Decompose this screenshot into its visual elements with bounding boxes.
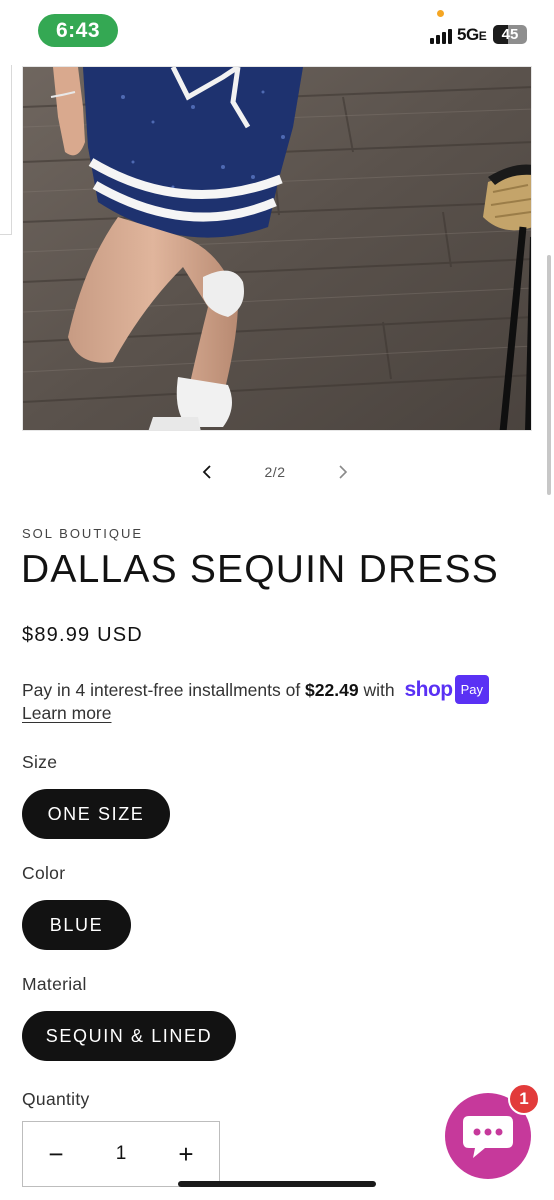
material-option-sequin-lined[interactable]: SEQUIN & LINED <box>22 1011 236 1061</box>
privacy-indicator-dot <box>437 10 444 17</box>
shop-pay-logo: shop <box>404 678 453 701</box>
signal-icon <box>430 28 452 44</box>
installments-text: Pay in 4 interest-free installments of <box>22 680 306 701</box>
learn-more-link[interactable]: Learn more <box>22 703 112 724</box>
installments-with-text: with <box>358 680 400 701</box>
battery-level: 45 <box>501 26 519 43</box>
previous-slide-edge <box>0 65 12 235</box>
increase-quantity-button[interactable]: + <box>153 1122 219 1186</box>
product-image[interactable] <box>22 66 532 431</box>
quantity-input[interactable] <box>91 1143 151 1165</box>
battery-icon: 45 <box>493 25 527 44</box>
chevron-left-icon <box>202 465 211 479</box>
size-option-one-size[interactable]: ONE SIZE <box>22 789 170 839</box>
size-label: Size <box>22 752 58 772</box>
product-vendor: SOL BOUTIQUE <box>22 526 144 541</box>
shop-pay-badge: Pay <box>454 675 490 704</box>
chevron-right-icon <box>339 465 348 479</box>
color-label: Color <box>22 863 66 883</box>
page-scrollbar[interactable] <box>547 255 551 495</box>
installments-banner: Pay in 4 interest-free installments of $… <box>22 675 522 706</box>
next-slide-button[interactable] <box>326 455 360 489</box>
status-bar: 6:43 5GE 45 <box>0 0 554 62</box>
material-label: Material <box>22 974 87 994</box>
network-type: 5GE <box>457 25 487 44</box>
chat-notification-badge: 1 <box>508 1083 540 1115</box>
product-title: DALLAS SEQUIN DRESS <box>21 548 499 591</box>
quantity-label: Quantity <box>22 1089 90 1109</box>
decrease-quantity-button[interactable]: − <box>23 1122 89 1186</box>
slide-counter: 2/2 <box>264 464 286 480</box>
status-time: 6:43 <box>38 14 118 47</box>
product-price: $89.99 USD <box>22 624 143 646</box>
quantity-stepper: − + <box>22 1121 220 1187</box>
color-option-blue[interactable]: BLUE <box>22 900 131 950</box>
chat-bubble-icon <box>463 1116 513 1158</box>
installment-amount: $22.49 <box>305 680 359 701</box>
home-indicator[interactable] <box>178 1181 376 1187</box>
previous-slide-button[interactable] <box>190 455 224 489</box>
gallery-slider-controls: 2/2 <box>190 455 360 489</box>
